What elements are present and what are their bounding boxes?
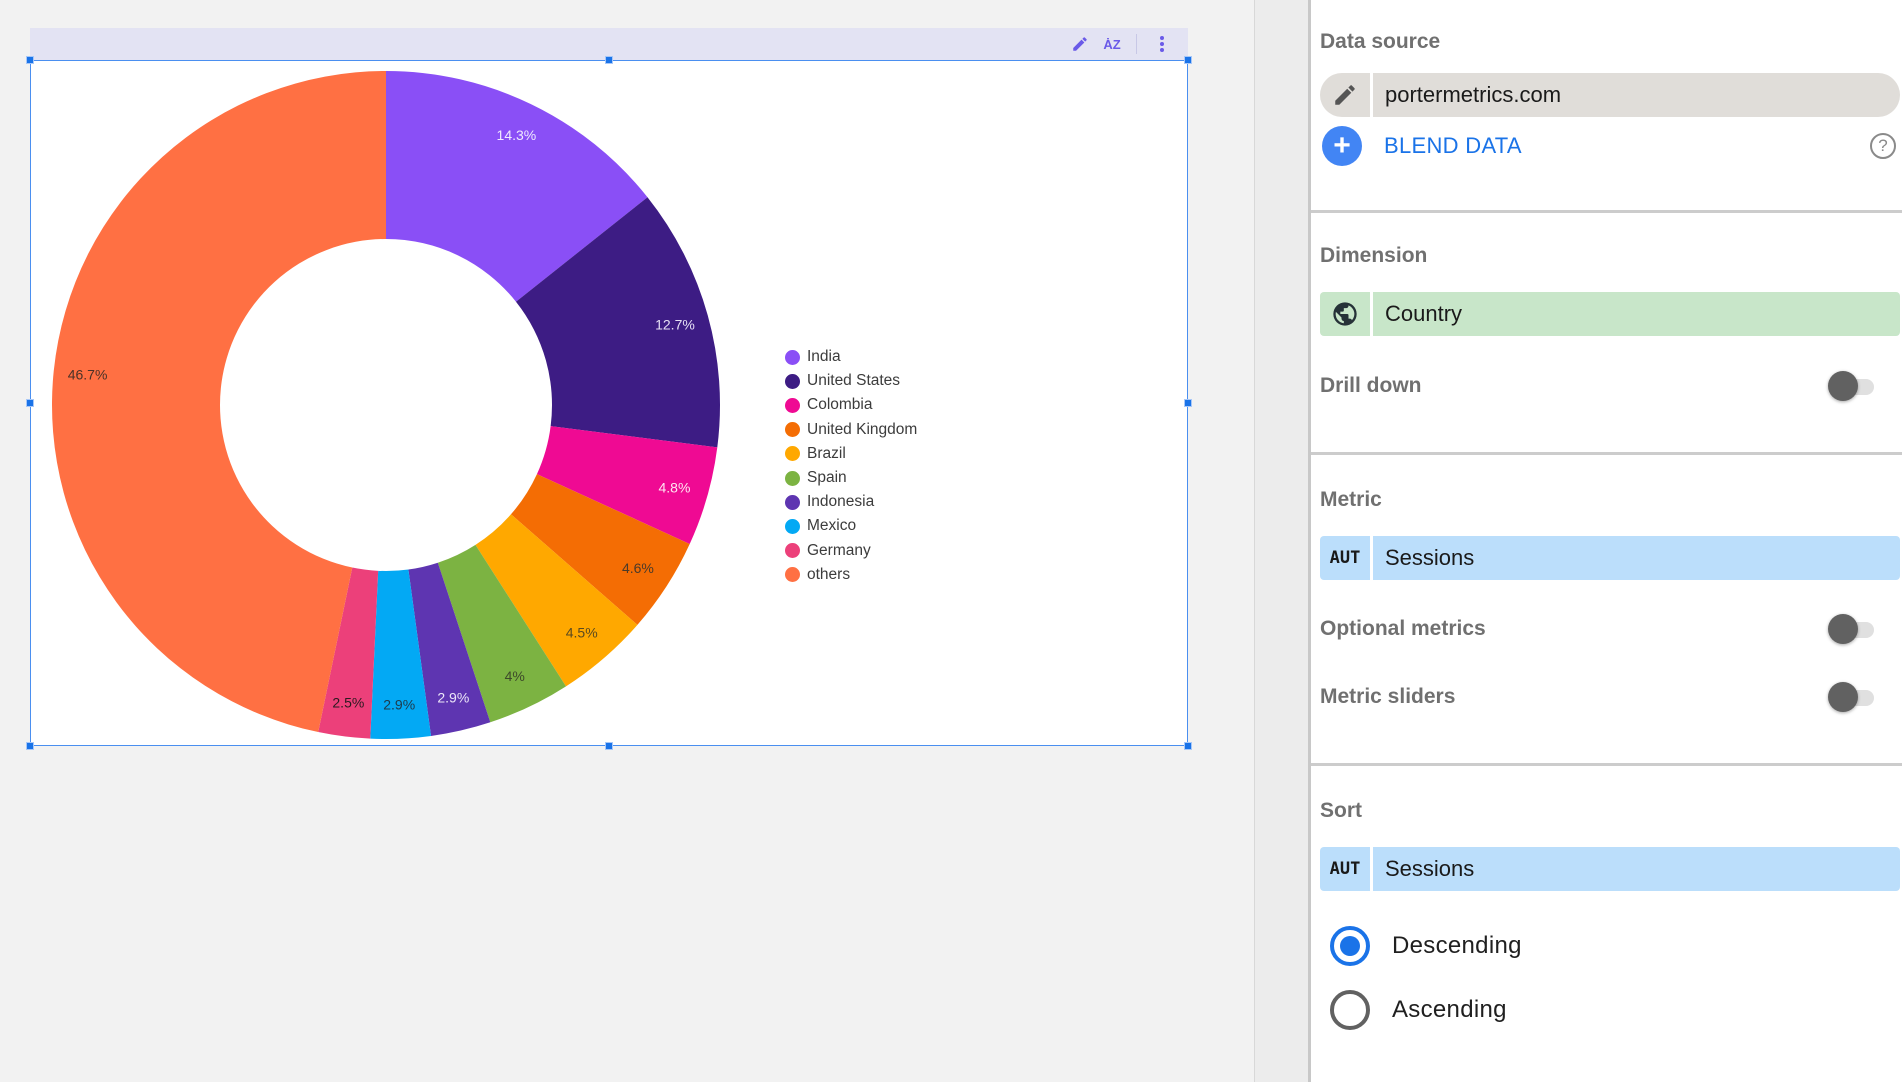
legend-item[interactable]: others	[785, 563, 917, 587]
metric-sliders-toggle[interactable]	[1828, 682, 1876, 712]
aggregation-badge[interactable]: AUT	[1320, 536, 1370, 580]
sort-ascending-option[interactable]: Ascending	[1330, 990, 1507, 1030]
resize-handle-bottom[interactable]	[605, 742, 613, 750]
legend-swatch	[785, 422, 800, 438]
legend-item[interactable]: Mexico	[785, 514, 917, 538]
toolbar-divider	[1136, 34, 1137, 54]
slice-data-label: 46.7%	[68, 366, 108, 382]
resize-handle-bottom-right[interactable]	[1184, 742, 1192, 750]
pencil-edit-icon[interactable]	[1070, 34, 1090, 54]
legend-label: Germany	[807, 541, 871, 559]
radio-label: Ascending	[1392, 996, 1507, 1023]
plus-icon: +	[1322, 126, 1362, 166]
sort-field-name[interactable]: Sessions	[1373, 847, 1900, 891]
pencil-icon[interactable]	[1320, 73, 1370, 117]
radio-label: Descending	[1392, 932, 1522, 959]
section-divider	[1311, 452, 1902, 455]
legend-swatch	[785, 397, 800, 413]
dimension-title: Dimension	[1320, 244, 1428, 267]
slice-data-label: 2.9%	[383, 697, 415, 713]
legend-label: Brazil	[807, 444, 846, 462]
chart-legend: India United States Colombia United Kingdom…	[785, 345, 917, 587]
donut-chart: 14.3% 12.7% 4.8% 4.6% 4.5% 4% 2.9% 2.9% 2.5% 46.7…	[51, 71, 720, 739]
legend-swatch	[785, 518, 800, 534]
more-vert-icon[interactable]	[1152, 34, 1172, 54]
slice-data-label: 2.5%	[332, 695, 364, 711]
toggle-knob	[1828, 371, 1858, 401]
toggle-knob	[1828, 614, 1858, 644]
optional-metrics-toggle[interactable]	[1828, 614, 1876, 644]
sort-descending-option[interactable]: Descending	[1330, 926, 1522, 966]
resize-handle-right[interactable]	[1184, 399, 1192, 407]
resize-handle-top-left[interactable]	[26, 56, 34, 64]
radio-button[interactable]	[1330, 990, 1370, 1030]
dimension-name[interactable]: Country	[1373, 292, 1900, 336]
legend-item[interactable]: India	[785, 345, 917, 369]
data-source-title: Data source	[1320, 30, 1441, 53]
donut-slice-others[interactable]	[51, 71, 387, 733]
globe-icon	[1320, 292, 1370, 336]
legend-label: United States	[807, 372, 901, 390]
drill-down-label: Drill down	[1320, 374, 1422, 397]
drill-down-toggle[interactable]	[1828, 371, 1876, 401]
slice-data-label: 4.5%	[566, 624, 598, 640]
legend-item[interactable]: Colombia	[785, 393, 917, 417]
legend-label: Spain	[807, 469, 847, 487]
metric-name[interactable]: Sessions	[1373, 536, 1900, 580]
section-divider	[1311, 763, 1902, 766]
resize-handle-top[interactable]	[605, 56, 613, 64]
legend-item[interactable]: Indonesia	[785, 490, 917, 514]
legend-label: Mexico	[807, 517, 857, 535]
legend-swatch	[785, 373, 800, 389]
legend-item[interactable]: United States	[785, 369, 917, 393]
legend-item[interactable]: United Kingdom	[785, 418, 917, 442]
aggregation-badge[interactable]: AUT	[1320, 847, 1370, 891]
legend-label: Colombia	[807, 396, 873, 414]
optional-metrics-label: Optional metrics	[1320, 617, 1486, 640]
help-icon[interactable]: ?	[1870, 133, 1896, 159]
slice-data-label: 2.9%	[437, 689, 469, 705]
legend-swatch	[785, 446, 800, 462]
slice-data-label: 4.6%	[622, 560, 654, 576]
legend-label: United Kingdom	[807, 420, 918, 438]
slice-data-label: 14.3%	[497, 127, 537, 143]
slice-data-label: 4%	[505, 668, 525, 684]
slice-data-label: 12.7%	[655, 316, 695, 332]
blend-data-button[interactable]: + BLEND DATA	[1322, 126, 1522, 166]
metric-title: Metric	[1320, 488, 1382, 511]
legend-item[interactable]: Spain	[785, 466, 917, 490]
resize-handle-left[interactable]	[26, 399, 34, 407]
legend-swatch	[785, 494, 800, 510]
sort-title: Sort	[1320, 799, 1362, 822]
legend-swatch	[785, 470, 800, 486]
resize-handle-top-right[interactable]	[1184, 56, 1192, 64]
sort-field-chip[interactable]: AUT Sessions	[1320, 847, 1900, 891]
slice-data-label: 4.8%	[658, 479, 690, 495]
legend-swatch	[785, 567, 800, 583]
legend-label: India	[807, 348, 841, 366]
donut-chart-card[interactable]: 14.3% 12.7% 4.8% 4.6% 4.5% 4% 2.9% 2.9% 2.5% 46.7…	[30, 60, 1188, 746]
data-source-selector[interactable]: portermetrics.com	[1320, 73, 1900, 117]
legend-swatch	[785, 349, 800, 365]
data-source-name[interactable]: portermetrics.com	[1373, 73, 1900, 117]
legend-swatch	[785, 543, 800, 559]
metric-field-chip[interactable]: AUT Sessions	[1320, 536, 1900, 580]
legend-label: Indonesia	[807, 493, 875, 511]
dimension-field-chip[interactable]: Country	[1320, 292, 1900, 336]
radio-button-selected[interactable]	[1330, 926, 1370, 966]
legend-item[interactable]: Brazil	[785, 442, 917, 466]
toggle-knob	[1828, 682, 1858, 712]
resize-handle-bottom-left[interactable]	[26, 742, 34, 750]
legend-label: others	[807, 565, 851, 583]
legend-item[interactable]: Germany	[785, 539, 917, 563]
report-canvas: ȦZ 14.3% 12.7% 4.8% 4.6% 4.5% 4% 2.9% 2.9% 2.5%…	[0, 0, 1254, 1082]
panel-gutter	[1254, 0, 1308, 1082]
blend-data-label: BLEND DATA	[1384, 133, 1522, 158]
section-divider	[1311, 210, 1902, 213]
sort-az-icon[interactable]: ȦZ	[1102, 34, 1122, 54]
metric-sliders-label: Metric sliders	[1320, 685, 1456, 708]
